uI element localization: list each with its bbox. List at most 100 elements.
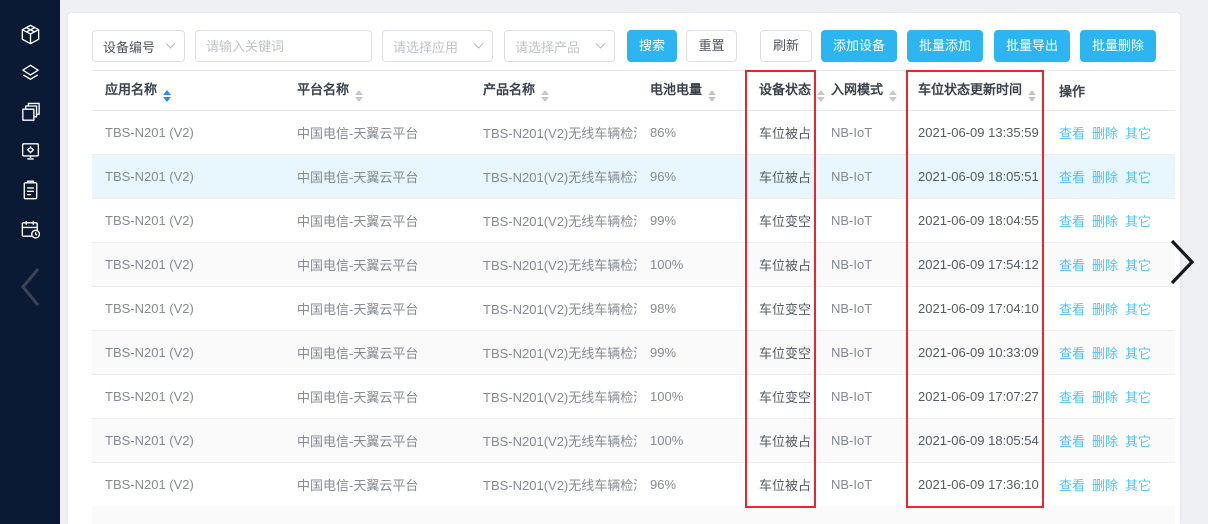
action-more-link[interactable]: 其它	[1125, 214, 1151, 229]
sidebar-item-products[interactable]	[10, 94, 50, 133]
search-button[interactable]: 搜索	[627, 30, 677, 62]
cell-status: 车位被占	[746, 243, 818, 287]
column-header[interactable]: 车位状态更新时间	[905, 71, 1046, 111]
table-row[interactable]: TBS-N201 (V2) 中国电信-天翼云平台 TBS-N201(V2)无线车…	[92, 287, 1175, 331]
search-field-select[interactable]: 设备编号	[92, 30, 185, 62]
calendar-clock-icon	[19, 218, 42, 244]
table-row[interactable]: TBS-N201 (V2) 中国电信-天翼云平台 TBS-N201(V2)无线车…	[92, 419, 1175, 463]
action-view-link[interactable]: 查看	[1059, 390, 1085, 405]
table-row[interactable]: TBS-N201 (V2) 中国电信-天翼云平台 TBS-N201(V2)无线车…	[92, 375, 1175, 419]
action-view-link[interactable]: 查看	[1059, 478, 1085, 493]
action-view-link[interactable]: 查看	[1059, 434, 1085, 449]
table-row[interactable]: TBS-N201 (V2) 中国电信-天翼云平台 TBS-N201(V2)无线车…	[92, 199, 1175, 243]
cell-updated: 2021-06-09 10:33:09	[905, 331, 1046, 375]
cell-battery: 96%	[637, 463, 746, 507]
action-more-link[interactable]: 其它	[1125, 478, 1151, 493]
cell-status: 车位变空	[746, 375, 818, 419]
cell-battery: 100%	[637, 243, 746, 287]
action-more-link[interactable]: 其它	[1125, 126, 1151, 141]
cell-platform: 中国电信-天翼云平台	[284, 199, 470, 243]
sidebar-collapse-button[interactable]	[10, 264, 50, 312]
action-delete-link[interactable]: 删除	[1092, 434, 1118, 449]
cell-actions: 查看删除其它	[1046, 419, 1175, 463]
action-delete-link[interactable]: 删除	[1092, 170, 1118, 185]
keyword-input[interactable]	[195, 30, 372, 62]
reset-button[interactable]: 重置	[686, 30, 737, 62]
action-view-link[interactable]: 查看	[1059, 346, 1085, 361]
chevron-down-icon	[474, 38, 484, 48]
action-view-link[interactable]: 查看	[1059, 170, 1085, 185]
column-header[interactable]: 电池电量	[637, 71, 746, 111]
action-more-link[interactable]: 其它	[1125, 258, 1151, 273]
cell-product: TBS-N201(V2)无线车辆检测器	[470, 375, 637, 419]
action-view-link[interactable]: 查看	[1059, 258, 1085, 273]
app-select[interactable]: 请选择应用	[382, 30, 493, 62]
action-more-link[interactable]: 其它	[1125, 390, 1151, 405]
sort-icon[interactable]	[1028, 90, 1036, 102]
batch-delete-button[interactable]: 批量删除	[1080, 30, 1156, 62]
sidebar-item-records[interactable]	[10, 172, 50, 211]
chevron-left-icon	[18, 266, 42, 311]
batch-export-button[interactable]: 批量导出	[994, 30, 1070, 62]
column-header[interactable]: 平台名称	[284, 71, 470, 111]
refresh-button[interactable]: 刷新	[760, 30, 812, 62]
action-more-link[interactable]: 其它	[1125, 302, 1151, 317]
action-more-link[interactable]: 其它	[1125, 346, 1151, 361]
action-delete-link[interactable]: 删除	[1092, 302, 1118, 317]
sidebar-item-schedule[interactable]	[10, 211, 50, 250]
cell-product: TBS-N201(V2)无线车辆检测器	[470, 111, 637, 155]
batch-add-button[interactable]: 批量添加	[907, 30, 983, 62]
action-delete-link[interactable]: 删除	[1092, 478, 1118, 493]
copy-icon	[19, 101, 42, 127]
sort-icon[interactable]	[541, 90, 549, 102]
cell-network: NB-IoT	[818, 331, 905, 375]
column-header[interactable]: 设备状态	[746, 71, 818, 111]
sidebar-item-devices[interactable]	[10, 16, 50, 55]
cell-battery: 99%	[637, 331, 746, 375]
sidebar-item-monitor[interactable]	[10, 133, 50, 172]
sort-icon[interactable]	[163, 90, 171, 102]
action-view-link[interactable]: 查看	[1059, 126, 1085, 141]
cell-actions: 查看删除其它	[1046, 375, 1175, 419]
cell-platform: 中国电信-天翼云平台	[284, 243, 470, 287]
sort-icon[interactable]	[355, 90, 363, 102]
add-device-button[interactable]: 添加设备	[821, 30, 897, 62]
action-more-link[interactable]: 其它	[1125, 434, 1151, 449]
cell-network: NB-IoT	[818, 287, 905, 331]
action-view-link[interactable]: 查看	[1059, 214, 1085, 229]
action-view-link[interactable]: 查看	[1059, 302, 1085, 317]
table-body: TBS-N201 (V2) 中国电信-天翼云平台 TBS-N201(V2)无线车…	[92, 111, 1175, 507]
table-row[interactable]: TBS-N201 (V2) 中国电信-天翼云平台 TBS-N201(V2)无线车…	[92, 243, 1175, 287]
table-row[interactable]: TBS-N201 (V2) 中国电信-天翼云平台 TBS-N201(V2)无线车…	[92, 463, 1175, 507]
table-row[interactable]: TBS-N201 (V2) 中国电信-天翼云平台 TBS-N201(V2)无线车…	[92, 111, 1175, 155]
column-header[interactable]: 操作	[1046, 71, 1175, 111]
column-header[interactable]: 入网模式	[818, 71, 905, 111]
action-delete-link[interactable]: 删除	[1092, 126, 1118, 141]
sort-icon[interactable]	[817, 90, 825, 102]
table-row[interactable]: TBS-N201 (V2) 中国电信-天翼云平台 TBS-N201(V2)无线车…	[92, 331, 1175, 375]
cell-network: NB-IoT	[818, 199, 905, 243]
column-label: 平台名称	[297, 82, 349, 97]
monitor-gear-icon	[19, 140, 42, 166]
next-page-arrow[interactable]	[1168, 237, 1196, 290]
sort-icon[interactable]	[708, 90, 716, 102]
cell-platform: 中国电信-天翼云平台	[284, 287, 470, 331]
action-more-link[interactable]: 其它	[1125, 170, 1151, 185]
sort-icon[interactable]	[889, 90, 897, 102]
cell-actions: 查看删除其它	[1046, 199, 1175, 243]
sidebar-item-applications[interactable]	[10, 55, 50, 94]
cell-product: TBS-N201(V2)无线车辆检测器	[470, 243, 637, 287]
column-header[interactable]: 应用名称	[92, 71, 284, 111]
column-header[interactable]: 产品名称	[470, 71, 637, 111]
table-row[interactable]: TBS-N201 (V2) 中国电信-天翼云平台 TBS-N201(V2)无线车…	[92, 155, 1175, 199]
action-delete-link[interactable]: 删除	[1092, 214, 1118, 229]
action-delete-link[interactable]: 删除	[1092, 390, 1118, 405]
action-delete-link[interactable]: 删除	[1092, 258, 1118, 273]
action-delete-link[interactable]: 删除	[1092, 346, 1118, 361]
cell-battery: 99%	[637, 199, 746, 243]
cell-network: NB-IoT	[818, 419, 905, 463]
cell-status: 车位被占	[746, 463, 818, 507]
cell-status: 车位变空	[746, 287, 818, 331]
product-select[interactable]: 请选择产品	[504, 30, 615, 62]
cell-app: TBS-N201 (V2)	[92, 155, 284, 199]
